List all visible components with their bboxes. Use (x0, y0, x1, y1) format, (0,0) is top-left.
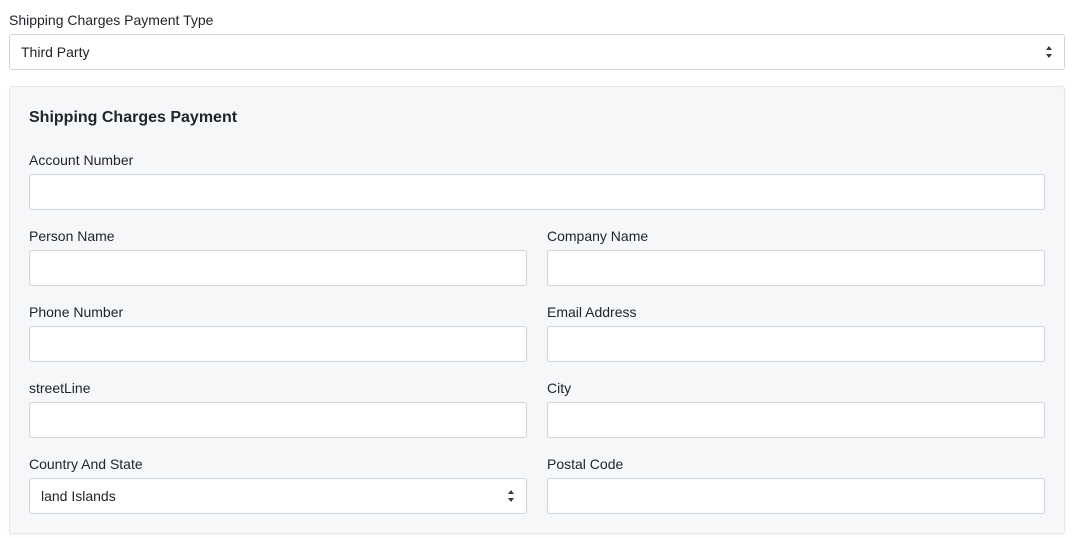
shipping-charges-payment-panel (9, 86, 1065, 534)
postal-code-label: Postal Code (547, 456, 624, 472)
country-state-selected-value: land Islands (41, 488, 116, 504)
phone-number-input[interactable] (29, 326, 527, 362)
street-line-label: streetLine (29, 380, 91, 396)
country-state-select[interactable]: land Islands (29, 478, 527, 514)
account-number-label: Account Number (29, 152, 134, 168)
city-input[interactable] (547, 402, 1045, 438)
panel-title: Shipping Charges Payment (29, 109, 238, 126)
company-name-label: Company Name (547, 228, 649, 244)
up-down-caret-icon (1045, 46, 1053, 58)
payment-type-selected-value: Third Party (21, 44, 90, 60)
company-name-input[interactable] (547, 250, 1045, 286)
person-name-input[interactable] (29, 250, 527, 286)
country-state-label: Country And State (29, 456, 143, 472)
payment-type-label: Shipping Charges Payment Type (9, 12, 214, 28)
account-number-input[interactable] (29, 174, 1045, 210)
payment-type-select[interactable]: Third Party (9, 34, 1065, 70)
postal-code-input[interactable] (547, 478, 1045, 514)
email-address-input[interactable] (547, 326, 1045, 362)
person-name-label: Person Name (29, 228, 115, 244)
email-address-label: Email Address (547, 304, 637, 320)
phone-number-label: Phone Number (29, 304, 124, 320)
street-line-input[interactable] (29, 402, 527, 438)
up-down-caret-icon (507, 490, 515, 502)
city-label: City (547, 380, 572, 396)
